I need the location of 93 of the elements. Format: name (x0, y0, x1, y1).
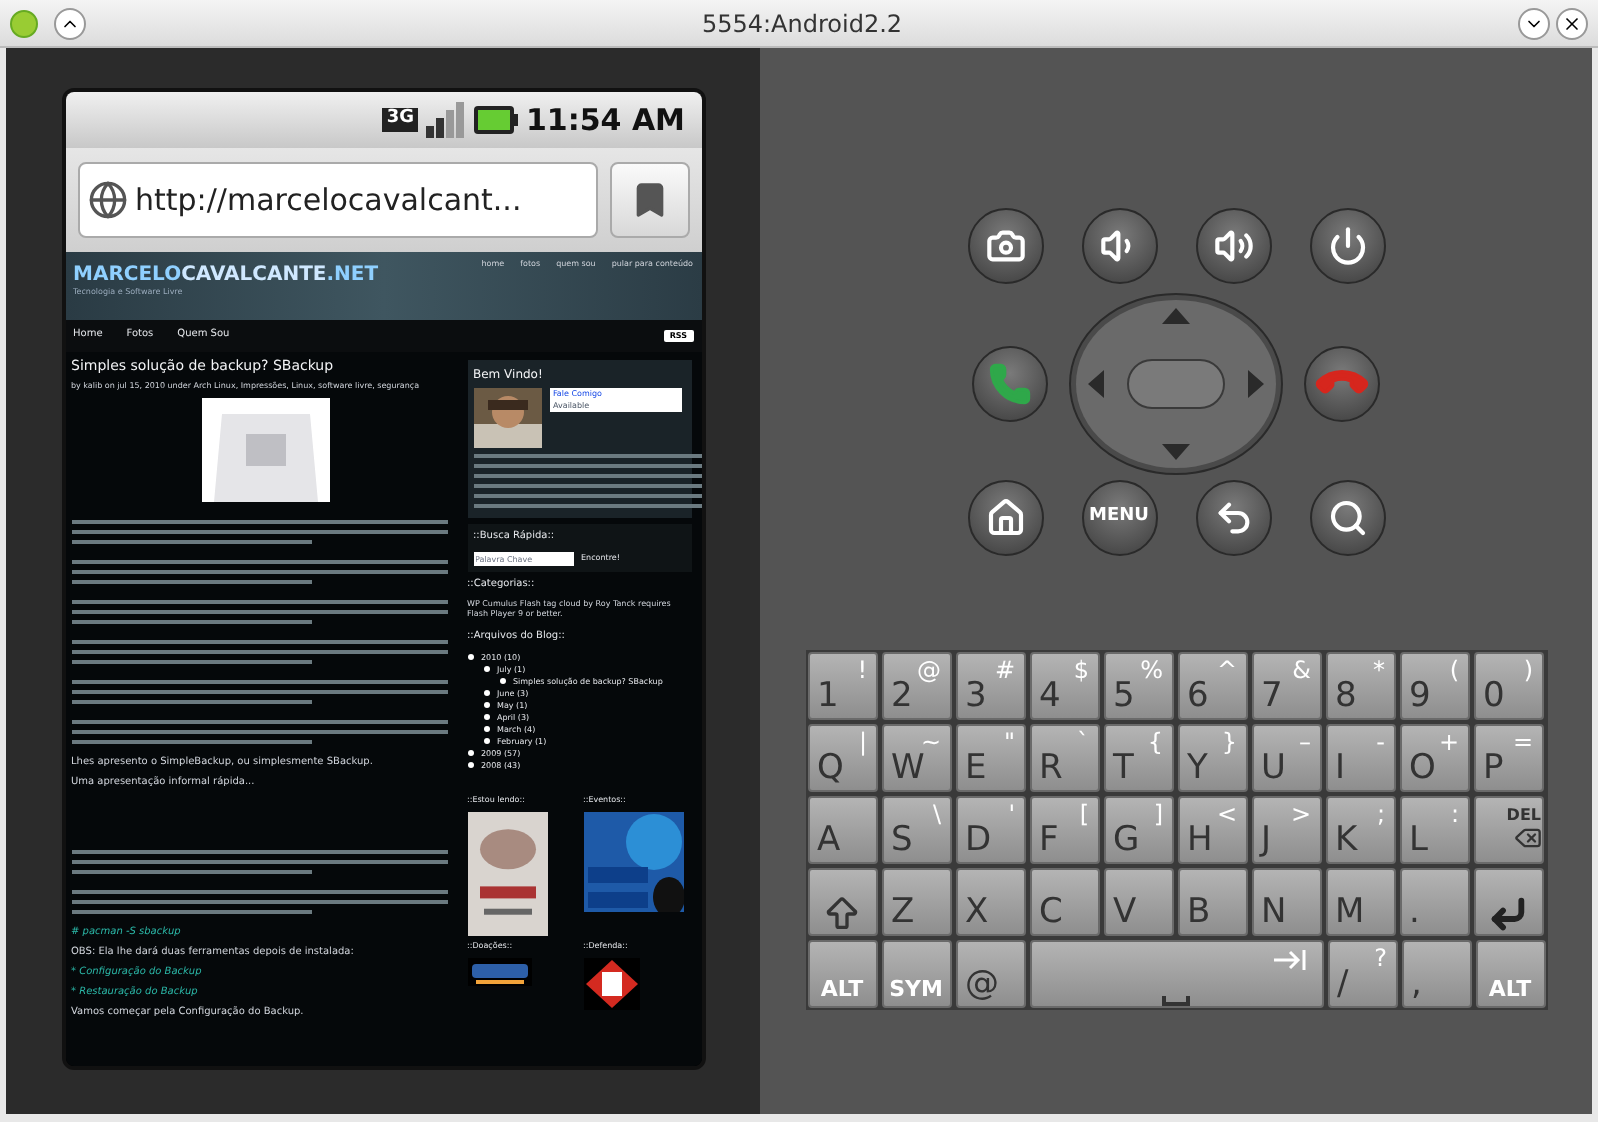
window-title: 5554:Android2.2 (699, 7, 905, 41)
bullet-icon (483, 714, 489, 720)
key[interactable]: V (1103, 868, 1173, 936)
tab-icon (1273, 950, 1305, 970)
key[interactable]: SYM (881, 940, 951, 1008)
bullet-icon (483, 726, 489, 732)
bullet-icon (467, 654, 473, 660)
key[interactable]: H < (1177, 796, 1247, 864)
bookmark-button[interactable] (609, 162, 689, 238)
key[interactable]: 7 & (1251, 652, 1321, 720)
shift-key[interactable] (807, 868, 877, 936)
key[interactable]: F [ (1029, 796, 1099, 864)
key[interactable]: Q | (807, 724, 877, 792)
key[interactable]: ALT (1475, 940, 1545, 1008)
end-call-button[interactable] (1304, 346, 1380, 422)
back-button[interactable] (1195, 480, 1271, 556)
menu-button[interactable]: MENU (1081, 480, 1157, 556)
bullet-icon (499, 678, 505, 684)
backspace-icon (1513, 824, 1541, 852)
key[interactable]: Z (881, 868, 951, 936)
key[interactable]: P = (1473, 724, 1543, 792)
shift-icon (822, 894, 862, 934)
bullet-icon (467, 750, 473, 756)
back-icon (1213, 498, 1253, 538)
key[interactable]: . (1399, 868, 1469, 936)
key[interactable]: U – (1251, 724, 1321, 792)
key[interactable]: / ? (1327, 940, 1397, 1008)
clock: 11:54 AM (525, 99, 685, 142)
search-icon (1327, 498, 1367, 538)
key[interactable]: O + (1399, 724, 1469, 792)
key[interactable]: L : (1399, 796, 1469, 864)
key[interactable]: R ` (1029, 724, 1099, 792)
url-field[interactable]: http://marcelocavalcant... (77, 162, 597, 238)
bullet-icon (483, 702, 489, 708)
enter-key[interactable] (1473, 868, 1543, 936)
bullet-icon (483, 690, 489, 696)
key[interactable]: 1 ! (807, 652, 877, 720)
key[interactable]: C (1029, 868, 1099, 936)
enter-icon (1488, 894, 1528, 934)
key[interactable]: G ] (1103, 796, 1173, 864)
space-key[interactable] (1029, 940, 1323, 1008)
key[interactable]: B (1177, 868, 1247, 936)
volume-up-button[interactable] (1195, 208, 1271, 284)
key[interactable]: 6 ^ (1177, 652, 1247, 720)
call-button[interactable] (972, 346, 1048, 422)
dpad-control[interactable] (1068, 292, 1284, 476)
key[interactable]: T { (1103, 724, 1173, 792)
minimize-button[interactable] (1518, 7, 1550, 39)
key[interactable]: E " (955, 724, 1025, 792)
key[interactable]: , (1401, 940, 1471, 1008)
key[interactable]: ALT (807, 940, 877, 1008)
camera-button[interactable] (967, 208, 1043, 284)
camera-icon (985, 226, 1025, 266)
bullet-icon (467, 762, 473, 768)
key[interactable]: N (1251, 868, 1321, 936)
signal-icon (425, 102, 466, 138)
key[interactable]: W ~ (881, 724, 951, 792)
bullet-icon (483, 666, 489, 672)
close-icon (1562, 13, 1582, 33)
network-indicator: 3G (382, 108, 418, 132)
key[interactable]: 5 % (1103, 652, 1173, 720)
key[interactable]: 8 * (1325, 652, 1395, 720)
volume-up-icon (1213, 226, 1253, 266)
key[interactable]: 3 # (955, 652, 1025, 720)
key[interactable]: X (955, 868, 1025, 936)
window-menu-button[interactable] (54, 7, 86, 39)
key[interactable]: J > (1251, 796, 1321, 864)
key[interactable]: 9 ( (1399, 652, 1469, 720)
search-button[interactable] (1309, 480, 1385, 556)
close-button[interactable] (1556, 7, 1588, 39)
delete-key[interactable]: DEL (1473, 796, 1543, 864)
key[interactable]: K ; (1325, 796, 1395, 864)
volume-down-button[interactable] (1081, 208, 1157, 284)
home-button[interactable] (967, 480, 1043, 556)
key[interactable]: I - (1325, 724, 1395, 792)
key[interactable]: @ (955, 940, 1025, 1008)
bullet-icon (483, 738, 489, 744)
app-icon (10, 9, 38, 37)
key[interactable]: 2 @ (881, 652, 951, 720)
key[interactable]: S \ (881, 796, 951, 864)
phone-icon (988, 362, 1032, 406)
globe-icon (87, 180, 127, 220)
site-logo[interactable]: MARCELOCAVALCANTE.NET (73, 266, 379, 286)
home-icon (985, 498, 1025, 538)
power-button[interactable] (1309, 208, 1385, 284)
key[interactable]: M (1325, 868, 1395, 936)
power-icon (1327, 226, 1367, 266)
key[interactable]: A (807, 796, 877, 864)
key[interactable]: Y } (1177, 724, 1247, 792)
key[interactable]: 4 $ (1029, 652, 1099, 720)
battery-icon (473, 106, 518, 134)
key[interactable]: D ' (955, 796, 1025, 864)
key[interactable]: 0 ) (1473, 652, 1543, 720)
